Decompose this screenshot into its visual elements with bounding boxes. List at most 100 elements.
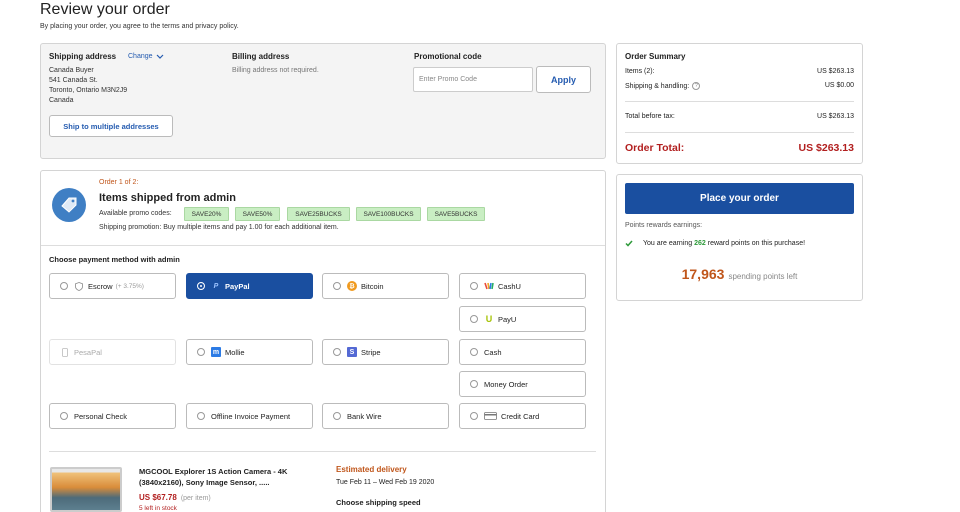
spending-points-label: spending points left (728, 272, 798, 281)
mollie-label: Mollie (225, 347, 245, 357)
order-total-label: Order Total: (625, 142, 685, 154)
radio-button[interactable] (470, 348, 478, 356)
promo-badge[interactable]: SAVE20% (184, 207, 229, 221)
escrow-fee: (+ 3.75%) (115, 282, 144, 290)
product-price-row: US $67.78 (per item) (139, 493, 211, 502)
shipping-name: Canada Buyer (49, 67, 94, 74)
radio-button[interactable] (470, 380, 478, 388)
radio-button[interactable] (333, 348, 341, 356)
escrow-label: Escrow (88, 281, 113, 291)
payment-money-order[interactable]: Money Order (459, 371, 586, 397)
items-label: Items (2): (625, 68, 655, 75)
shipping-country: Canada (49, 97, 74, 104)
pesapal-label: PesaPal (74, 347, 102, 357)
place-order-button[interactable]: Place your order (625, 183, 854, 214)
summary-divider-2 (625, 132, 854, 133)
seller-title: Items shipped from admin (99, 192, 236, 204)
product-title[interactable]: MGCOOL Explorer 1S Action Camera - 4K (3… (139, 466, 287, 488)
promo-codes-label: Available promo codes: (99, 210, 172, 217)
bitcoin-icon: ₿ (347, 281, 357, 291)
payment-credit-card[interactable]: Credit Card (459, 403, 586, 429)
seller-logo-icon (52, 188, 86, 222)
radio-button[interactable] (470, 282, 478, 290)
change-address-link[interactable]: Change (128, 53, 164, 60)
radio-button[interactable] (470, 412, 478, 420)
order-total-value: US $263.13 (798, 142, 854, 154)
payment-stripe[interactable]: S Stripe (322, 339, 449, 365)
stripe-label: Stripe (361, 347, 381, 357)
promo-badge[interactable]: SAVE100BUCKS (356, 207, 421, 221)
payment-escrow[interactable]: Escrow (+ 3.75%) (49, 273, 176, 299)
bank-wire-label: Bank Wire (347, 411, 382, 421)
product-title-line1: MGCOOL Explorer 1S Action Camera - 4K (139, 467, 288, 476)
payment-offline-invoice[interactable]: Offline Invoice Payment (186, 403, 313, 429)
cashu-icon (484, 281, 494, 291)
spending-points-value: 17,963 (681, 266, 725, 282)
shipping-handling-value: US $0.00 (824, 82, 854, 89)
total-before-tax-label: Total before tax: (625, 113, 675, 120)
phone-icon (60, 347, 70, 357)
promo-badge[interactable]: SAVE5BUCKS (427, 207, 485, 221)
paypal-label: PayPal (225, 281, 250, 291)
bitcoin-label: Bitcoin (361, 281, 384, 291)
payu-label: PayU (498, 314, 517, 324)
shipping-handling-row: Shipping & handling: ? (625, 82, 701, 90)
product-image[interactable] (50, 467, 122, 512)
items-value: US $263.13 (817, 68, 854, 75)
delivery-dates: Tue Feb 11 – Wed Feb 19 2020 (336, 479, 435, 486)
payment-method-title: Choose payment method with admin (49, 255, 180, 264)
order-summary-title: Order Summary (625, 52, 686, 61)
radio-button[interactable] (333, 412, 341, 420)
payment-cash[interactable]: Cash (459, 339, 586, 365)
spending-points-row: 17,963 spending points left (625, 266, 854, 282)
help-icon[interactable]: ? (692, 82, 701, 90)
payment-personal-check[interactable]: Personal Check (49, 403, 176, 429)
payment-cashu[interactable]: CashU (459, 273, 586, 299)
money-order-label: Money Order (484, 379, 528, 389)
radio-button[interactable] (470, 315, 478, 323)
checkmark-icon (625, 240, 633, 247)
terms-notice: By placing your order, you agree to the … (40, 23, 239, 30)
promo-badge[interactable]: SAVE25BUCKS (287, 207, 350, 221)
product-title-line2: (3840x2160), Sony Image Sensor, ..... (139, 478, 270, 487)
radio-button-selected[interactable] (197, 282, 205, 290)
estimated-delivery-label: Estimated delivery (336, 465, 407, 474)
stripe-icon: S (347, 347, 357, 357)
radio-button[interactable] (197, 348, 205, 356)
shipping-street: 541 Canada St. (49, 77, 98, 84)
payment-payu[interactable]: U PayU (459, 306, 586, 332)
radio-button[interactable] (60, 282, 68, 290)
summary-divider (625, 101, 854, 102)
promo-code-input[interactable]: Enter Promo Code (413, 67, 533, 92)
cash-label: Cash (484, 347, 502, 357)
radio-button[interactable] (333, 282, 341, 290)
order-count: Order 1 of 2: (99, 179, 139, 186)
ship-to-multiple-button[interactable]: Ship to multiple addresses (49, 115, 173, 137)
total-before-tax-value: US $263.13 (817, 113, 854, 120)
shipping-city: Toronto, Ontario M3N2J9 (49, 87, 128, 94)
points-earning-row: You are earning 262 reward points on thi… (625, 240, 805, 247)
shield-icon (74, 281, 84, 291)
shipping-speed-label: Choose shipping speed (336, 498, 421, 507)
billing-note: Billing address not required. (232, 67, 319, 74)
per-item-label: (per item) (180, 495, 211, 502)
billing-address-label: Billing address (232, 52, 290, 61)
offline-invoice-label: Offline Invoice Payment (211, 411, 291, 421)
cashu-label: CashU (498, 281, 521, 291)
product-price: US $67.78 (139, 493, 177, 502)
payment-paypal[interactable]: P PayPal (186, 273, 313, 299)
stock-notice: 5 left in stock (139, 505, 177, 512)
promo-badge[interactable]: SAVE50% (235, 207, 280, 221)
payment-bank-wire[interactable]: Bank Wire (322, 403, 449, 429)
promo-code-label: Promotional code (414, 52, 482, 61)
earning-prefix: You are earning (643, 240, 695, 247)
order-divider (41, 245, 605, 246)
payment-mollie[interactable]: m Mollie (186, 339, 313, 365)
apply-promo-button[interactable]: Apply (536, 66, 591, 93)
payment-bitcoin[interactable]: ₿ Bitcoin (322, 273, 449, 299)
credit-card-icon (484, 411, 497, 421)
chevron-down-icon (156, 54, 163, 59)
points-rewards-label: Points rewards earnings: (625, 222, 703, 229)
radio-button[interactable] (197, 412, 205, 420)
radio-button[interactable] (60, 412, 68, 420)
